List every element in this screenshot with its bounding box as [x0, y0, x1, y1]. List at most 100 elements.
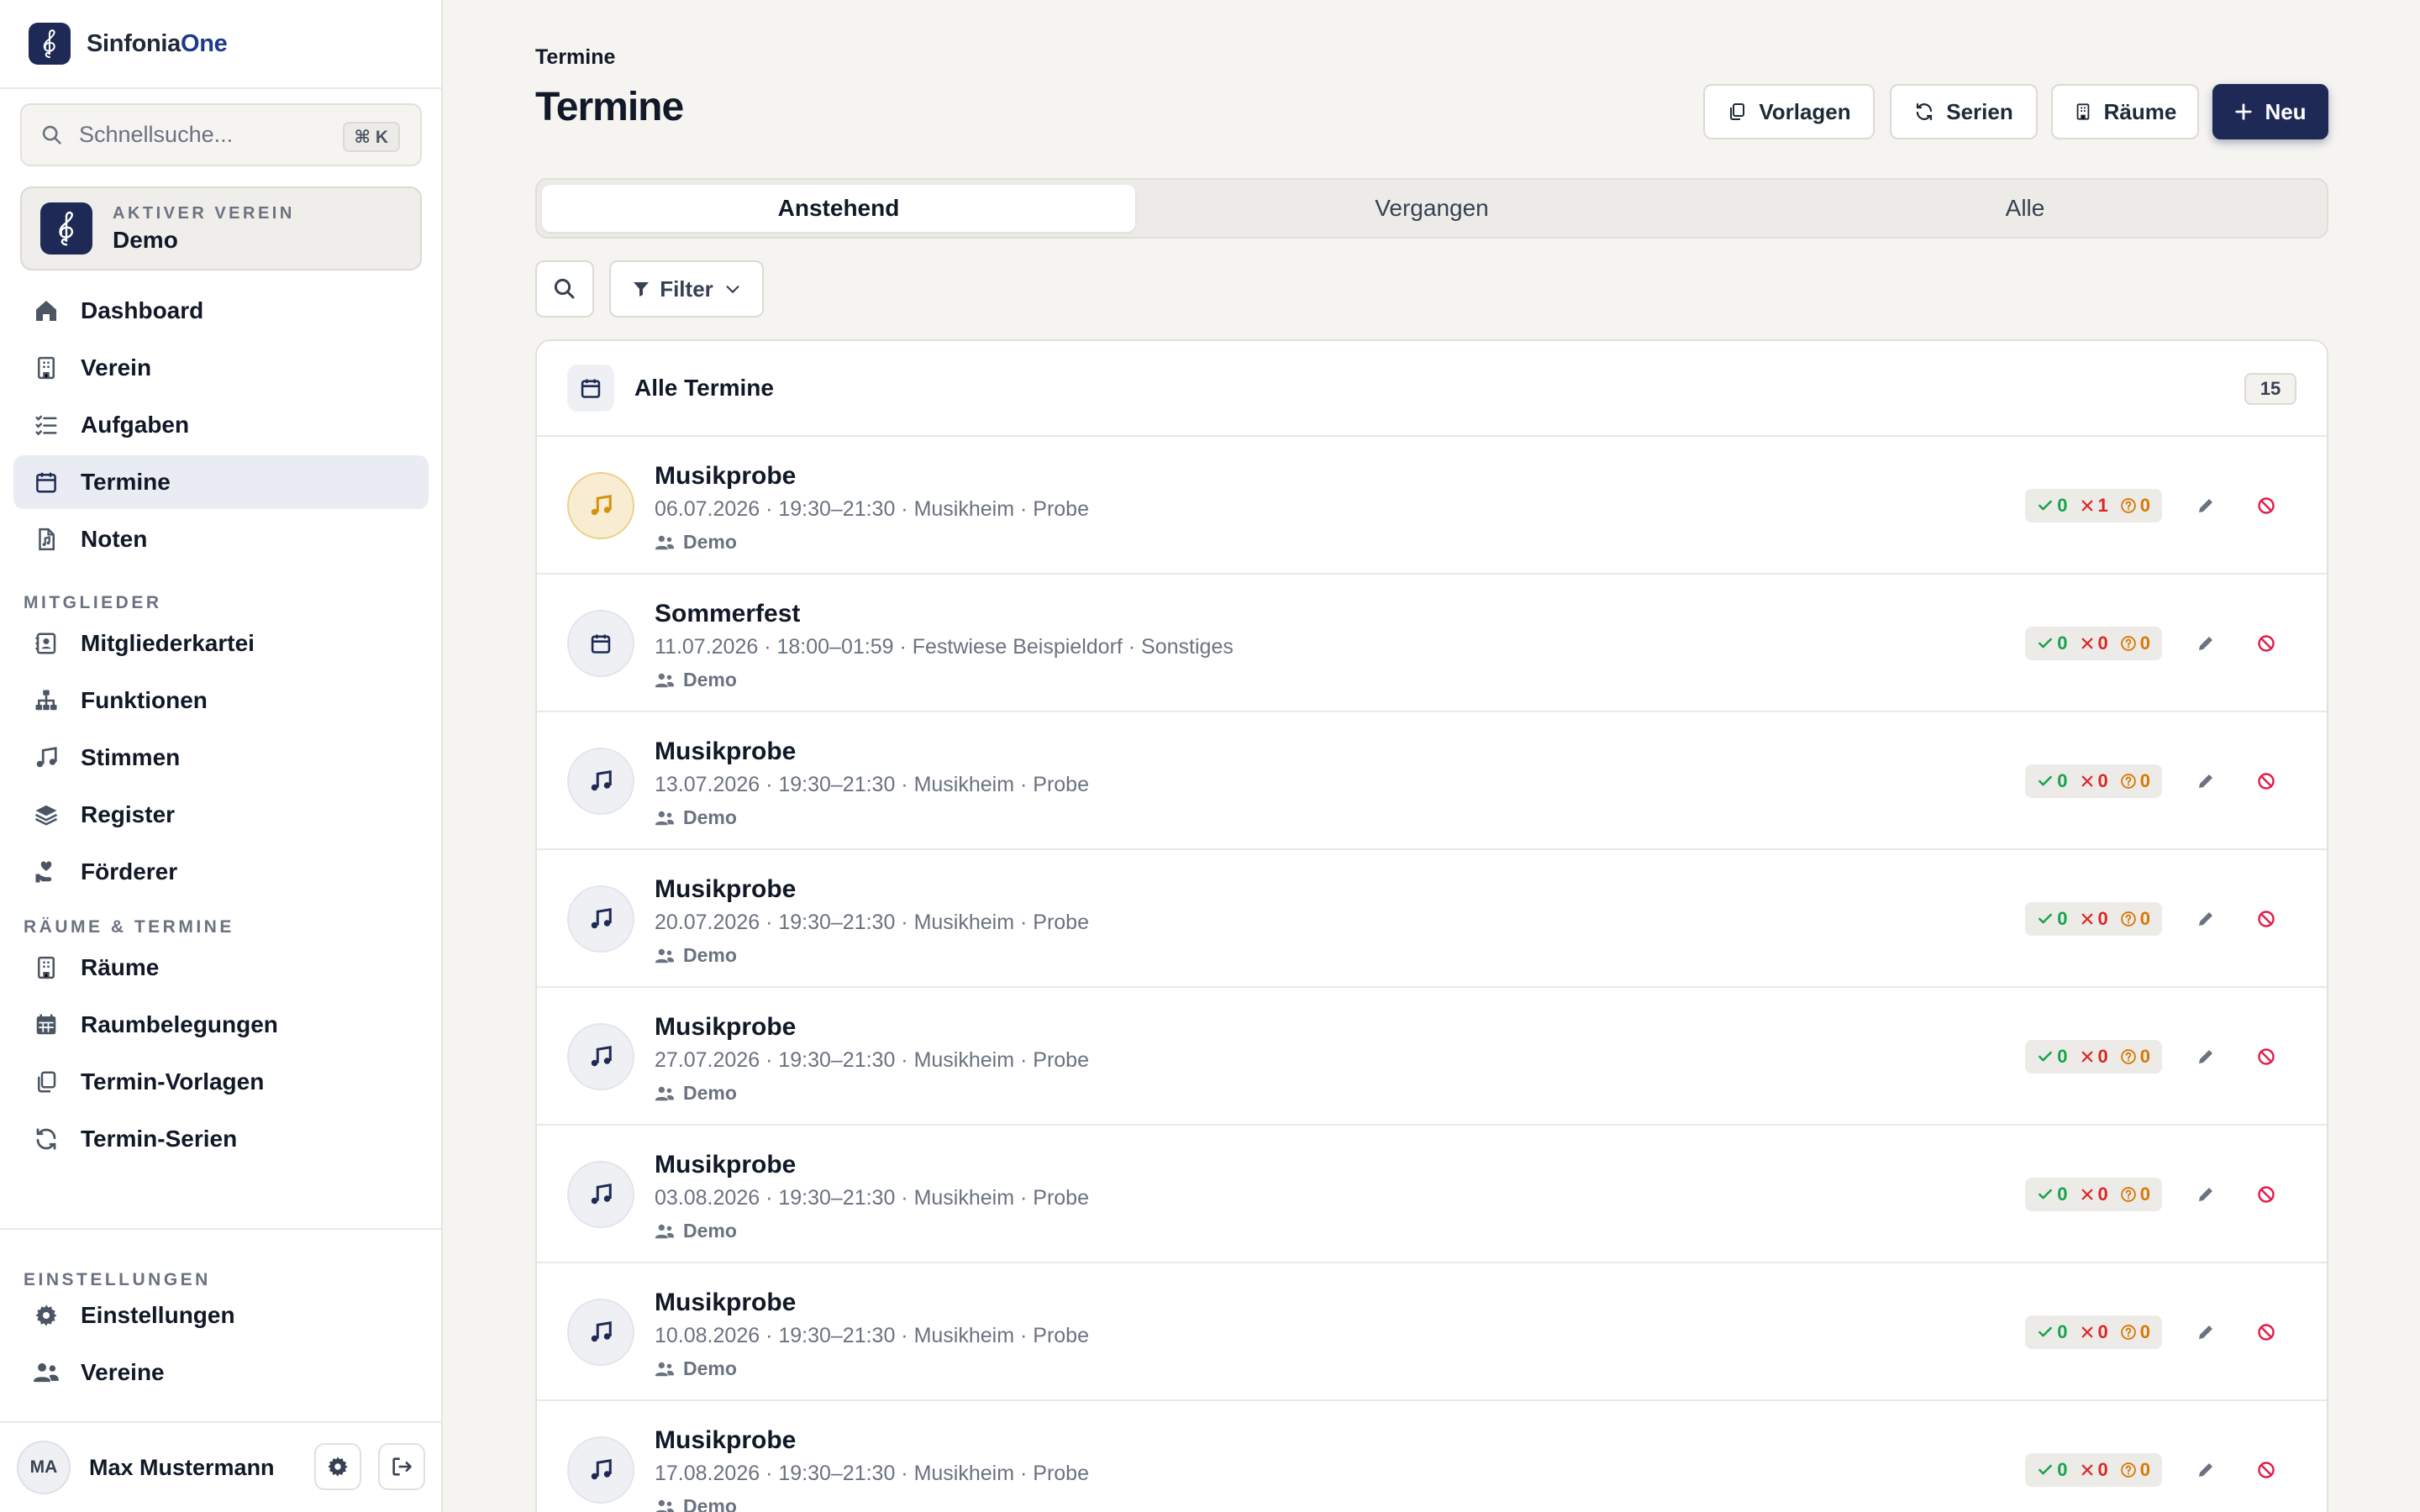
attendance-maybe: 0 — [2120, 495, 2150, 517]
event-details: 13.07.2026 · 19:30–21:30 · Musikheim · P… — [655, 773, 1089, 796]
cancel-event-button[interactable] — [2251, 1455, 2281, 1485]
edit-event-button[interactable] — [2191, 628, 2221, 659]
sidebar-item-label: Register — [81, 801, 176, 827]
event-row[interactable]: Musikprobe 10.08.2026 · 19:30–21:30 · Mu… — [537, 1263, 2327, 1401]
refresh-icon — [32, 1125, 60, 1153]
brand[interactable]: SinfoniaOne — [0, 0, 441, 89]
attendance-count: 0 — [2139, 1459, 2150, 1480]
edit-event-button[interactable] — [2191, 1042, 2221, 1072]
check-icon — [2037, 773, 2054, 790]
sidebar-item-verein[interactable]: Verein — [13, 341, 429, 395]
sidebar-item-noten[interactable]: Noten — [13, 512, 429, 566]
sidebar-item-funktionen[interactable]: Funktionen — [13, 674, 429, 727]
sidebar-item-dashboard[interactable]: Dashboard — [13, 284, 429, 338]
active-club-switcher[interactable]: AKTIVER VEREIN Demo — [20, 186, 422, 270]
event-row[interactable]: Musikprobe 27.07.2026 · 19:30–21:30 · Mu… — [537, 988, 2327, 1126]
edit-event-button[interactable] — [2191, 904, 2221, 934]
attendance-no: 0 — [2080, 633, 2108, 654]
cancel-event-button[interactable] — [2251, 491, 2281, 521]
cancel-event-button[interactable] — [2251, 1179, 2281, 1210]
logout-icon — [390, 1455, 413, 1478]
sidebar-item-foerderer[interactable]: Förderer — [13, 845, 429, 899]
event-row[interactable]: Musikprobe 17.08.2026 · 19:30–21:30 · Mu… — [537, 1401, 2327, 1512]
sidebar-item-vereine[interactable]: Vereine — [13, 1346, 429, 1399]
building-icon — [32, 953, 60, 982]
cancel-event-button[interactable] — [2251, 1317, 2281, 1347]
event-organization: Demo — [655, 1082, 737, 1105]
calendar-icon — [567, 610, 634, 677]
event-row[interactable]: Sommerfest 11.07.2026 · 18:00–01:59 · Fe… — [537, 575, 2327, 712]
check-icon — [2037, 635, 2054, 652]
cancel-event-button[interactable] — [2251, 766, 2281, 796]
attendance-count: 0 — [2057, 1046, 2068, 1067]
sidebar-item-einstellungen[interactable]: Einstellungen — [13, 1289, 429, 1342]
sidebar-item-raumbelegungen[interactable]: Raumbelegungen — [13, 998, 429, 1052]
sidebar-item-termine[interactable]: Termine — [13, 455, 429, 509]
new-event-button[interactable]: Neu — [2212, 84, 2328, 139]
check-icon — [2037, 1048, 2054, 1065]
events-list: Musikprobe 06.07.2026 · 19:30–21:30 · Mu… — [537, 437, 2327, 1512]
tab-all[interactable]: Alle — [1728, 185, 2322, 232]
gear-icon — [326, 1455, 350, 1478]
sidebar-item-raeume[interactable]: Räume — [13, 941, 429, 995]
edit-event-button[interactable] — [2191, 1317, 2221, 1347]
search-button[interactable] — [535, 260, 594, 318]
music-note-icon — [567, 885, 634, 953]
ban-icon — [2256, 633, 2276, 654]
sidebar-item-register[interactable]: Register — [13, 788, 429, 842]
sidebar-item-stimmen[interactable]: Stimmen — [13, 731, 429, 785]
edit-event-button[interactable] — [2191, 1455, 2221, 1485]
user-settings-button[interactable] — [314, 1443, 361, 1490]
users-icon — [655, 947, 675, 965]
event-row[interactable]: Musikprobe 20.07.2026 · 19:30–21:30 · Mu… — [537, 850, 2327, 988]
sidebar-item-label: Termin-Serien — [81, 1126, 238, 1152]
quick-search-input[interactable]: Schnellsuche... ⌘ K — [20, 103, 422, 166]
music-note-icon — [567, 1299, 634, 1366]
attendance-yes: 0 — [2037, 908, 2068, 930]
users-icon — [32, 1358, 60, 1387]
avatar[interactable]: MA — [17, 1441, 71, 1494]
cancel-event-button[interactable] — [2251, 1042, 2281, 1072]
ban-icon — [2256, 909, 2276, 929]
cancel-event-button[interactable] — [2251, 904, 2281, 934]
sidebar-item-aufgaben[interactable]: Aufgaben — [13, 398, 429, 452]
event-row[interactable]: Musikprobe 03.08.2026 · 19:30–21:30 · Mu… — [537, 1126, 2327, 1263]
sidebar-item-termin-vorlagen[interactable]: Termin-Vorlagen — [13, 1055, 429, 1109]
event-row[interactable]: Musikprobe 06.07.2026 · 19:30–21:30 · Mu… — [537, 437, 2327, 575]
tab-past[interactable]: Vergangen — [1135, 185, 1728, 232]
event-title: Musikprobe — [655, 1289, 797, 1316]
tab-upcoming[interactable]: Anstehend — [542, 185, 1135, 232]
sidebar-item-termin-serien[interactable]: Termin-Serien — [13, 1112, 429, 1166]
plus-icon — [2234, 102, 2253, 121]
cancel-event-button[interactable] — [2251, 628, 2281, 659]
filter-dropdown[interactable]: Filter — [609, 260, 764, 318]
event-row[interactable]: Musikprobe 13.07.2026 · 19:30–21:30 · Mu… — [537, 712, 2327, 850]
x-icon — [2080, 774, 2095, 789]
check-icon — [2037, 1462, 2054, 1478]
users-icon — [655, 1222, 675, 1241]
attendance-count: 0 — [2097, 1184, 2108, 1205]
pencil-icon — [2196, 909, 2216, 929]
calendar-icon — [32, 468, 60, 496]
sidebar-item-label: Aufgaben — [81, 412, 190, 438]
templates-button[interactable]: Vorlagen — [1703, 84, 1875, 139]
sidebar-item-mitgliederkartei[interactable]: Mitgliederkartei — [13, 617, 429, 670]
edit-event-button[interactable] — [2191, 766, 2221, 796]
question-circle-icon — [2120, 1186, 2137, 1203]
breadcrumb[interactable]: Termine — [535, 45, 615, 70]
attendance-count: 0 — [2139, 908, 2150, 929]
sidebar-item-label: Raumbelegungen — [81, 1011, 278, 1037]
attendance-summary: 0 0 0 — [2025, 902, 2162, 936]
edit-event-button[interactable] — [2191, 491, 2221, 521]
attendance-count: 0 — [2139, 633, 2150, 654]
event-details: 06.07.2026 · 19:30–21:30 · Musikheim · P… — [655, 497, 1089, 521]
attendance-summary: 0 0 0 — [2025, 1178, 2162, 1211]
sidebar-item-label: Mitgliederkartei — [81, 630, 255, 656]
x-icon — [2080, 1187, 2095, 1202]
series-button[interactable]: Serien — [1890, 84, 2038, 139]
building-icon — [2074, 102, 2092, 122]
rooms-button[interactable]: Räume — [2051, 84, 2199, 139]
attendance-count: 0 — [2097, 1321, 2108, 1342]
edit-event-button[interactable] — [2191, 1179, 2221, 1210]
logout-button[interactable] — [378, 1443, 425, 1490]
